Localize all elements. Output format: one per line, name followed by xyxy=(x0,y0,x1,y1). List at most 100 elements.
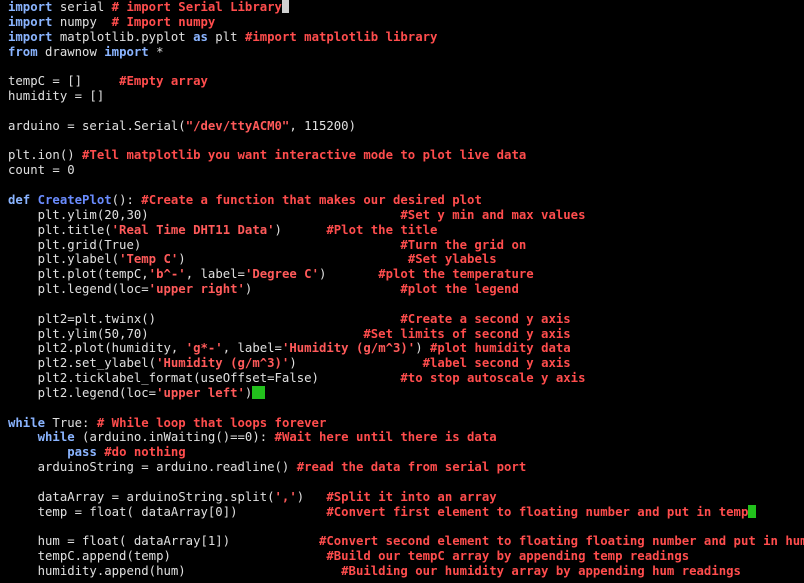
comment-token: #Split it into an array xyxy=(326,489,497,504)
keyword-token: while xyxy=(37,430,75,445)
comment-token: #Convert first element to floating numbe… xyxy=(326,504,749,519)
code-line[interactable]: plt.ylim(20,30) #Set y min and max value… xyxy=(8,208,804,223)
code-line[interactable]: while (arduino.inWaiting()==0): #Wait he… xyxy=(8,430,804,445)
code-line[interactable]: arduinoString = arduino.readline() #read… xyxy=(8,460,804,475)
code-line[interactable]: count = 0 xyxy=(8,163,804,178)
keyword-token: import xyxy=(8,29,53,44)
comment-token: #do nothing xyxy=(104,445,186,460)
code-line[interactable]: humidity.append(hum) #Building our humid… xyxy=(8,564,804,579)
keyword-token: import xyxy=(104,44,149,59)
string-token: 'Humidity (g/m^3)' xyxy=(156,356,290,371)
string-token: ',' xyxy=(274,489,297,504)
code-line[interactable]: tempC = [] #Empty array xyxy=(8,74,804,89)
code-line[interactable]: plt.ylabel('Temp C') #Set ylabels xyxy=(8,252,804,267)
code-token: plt.ylabel( xyxy=(8,252,120,267)
code-token: count = 0 xyxy=(8,163,75,178)
code-line[interactable]: humidity = [] xyxy=(8,89,804,104)
comment-token: #plot humidity data xyxy=(430,341,571,356)
code-token: ) xyxy=(244,385,253,400)
code-token: ) xyxy=(274,222,327,237)
comment-token: #Tell matplotlib you want interactive mo… xyxy=(82,148,527,163)
code-line[interactable] xyxy=(8,104,804,119)
code-line[interactable] xyxy=(8,520,804,535)
code-line[interactable]: plt.ion() #Tell matplotlib you want inte… xyxy=(8,148,804,163)
code-token: ) xyxy=(289,356,423,371)
code-token: , 115200) xyxy=(289,118,356,133)
code-token: plt2.legend(loc= xyxy=(8,385,157,400)
code-line[interactable] xyxy=(8,297,804,312)
string-token: 'g*-' xyxy=(185,341,223,356)
code-token: plt.ion() xyxy=(8,148,83,163)
code-line[interactable]: hum = float( dataArray[1]) #Convert seco… xyxy=(8,534,804,549)
code-line[interactable]: def CreatePlot(): #Create a function tha… xyxy=(8,193,804,208)
string-token: 'upper left' xyxy=(156,385,245,400)
code-token: drawnow xyxy=(37,44,105,59)
code-line[interactable]: plt.legend(loc='upper right') #plot the … xyxy=(8,282,804,297)
code-line[interactable]: tempC.append(temp) #Build our tempC arra… xyxy=(8,549,804,564)
code-line[interactable]: plt2=plt.twinx() #Create a second y axis xyxy=(8,312,804,327)
code-line[interactable]: plt2.plot(humidity, 'g*-', label='Humidi… xyxy=(8,341,804,356)
code-line[interactable]: dataArray = arduinoString.split(',') #Sp… xyxy=(8,490,804,505)
code-line[interactable]: arduino = serial.Serial("/dev/ttyACM0", … xyxy=(8,119,804,134)
comment-token: #plot the temperature xyxy=(378,267,534,282)
string-token: 'upper right' xyxy=(148,282,245,297)
code-line[interactable] xyxy=(8,401,804,416)
text-cursor xyxy=(281,0,289,13)
keyword-token: def xyxy=(8,192,31,207)
code-line[interactable]: plt2.legend(loc='upper left') xyxy=(8,385,804,401)
code-line[interactable]: import serial # import Serial Library xyxy=(8,0,804,15)
code-line[interactable] xyxy=(8,59,804,74)
code-token: plt.legend(loc= xyxy=(8,282,149,297)
code-line[interactable]: plt.grid(True) #Turn the grid on xyxy=(8,238,804,253)
code-token: * xyxy=(148,44,164,59)
code-token: humidity = [] xyxy=(8,89,105,104)
code-token: plt2.set_ylabel( xyxy=(8,356,157,371)
code-line[interactable]: from drawnow import * xyxy=(8,45,804,60)
code-line[interactable] xyxy=(8,178,804,193)
code-line[interactable]: import matplotlib.pyplot as plt #import … xyxy=(8,30,804,45)
code-token: (arduino.inWaiting()==0): xyxy=(74,430,275,445)
code-line[interactable]: pass #do nothing xyxy=(8,445,804,460)
code-token: matplotlib.pyplot xyxy=(52,29,194,44)
comment-token: #read the data from serial port xyxy=(296,460,527,475)
code-token: plt.title( xyxy=(8,222,112,237)
code-token: ) xyxy=(415,341,431,356)
code-line[interactable]: plt.plot(tempC,'b^-', label='Degree C') … xyxy=(8,267,804,282)
code-token: numpy xyxy=(52,14,112,29)
code-token: tempC = [] xyxy=(8,74,120,89)
string-token: 'b^-' xyxy=(148,267,186,282)
code-token: plt.plot(tempC, xyxy=(8,267,149,282)
comment-token: #plot the legend xyxy=(400,282,519,297)
code-line[interactable]: plt.ylim(50,70) #Set limits of second y … xyxy=(8,327,804,342)
string-token: 'Real Time DHT11 Data' xyxy=(111,222,275,237)
code-line[interactable] xyxy=(8,475,804,490)
code-token: True: xyxy=(45,415,97,430)
code-token: plt.ylim(20,30) xyxy=(8,207,401,222)
code-token: plt.ylim(50,70) xyxy=(8,326,364,341)
code-token: ) xyxy=(244,282,401,297)
string-token: 'Degree C' xyxy=(244,267,319,282)
code-line[interactable] xyxy=(8,134,804,149)
comment-token: #label second y axis xyxy=(422,356,571,371)
code-line[interactable]: import numpy # Import numpy xyxy=(8,15,804,30)
comment-token: #Set ylabels xyxy=(407,252,497,267)
code-token: plt2.ticklabel_format(useOffset=False) xyxy=(8,371,401,386)
code-line[interactable]: while True: # While loop that loops fore… xyxy=(8,416,804,431)
code-editor[interactable]: import serial # import Serial Library imp… xyxy=(8,0,804,583)
keyword-token: while xyxy=(8,415,46,430)
code-line[interactable]: plt.title('Real Time DHT11 Data') #Plot … xyxy=(8,223,804,238)
comment-token: #Convert second element to floating floa… xyxy=(318,534,804,549)
comment-token: #to stop autoscale y axis xyxy=(400,371,586,386)
code-token: tempC.append(temp) xyxy=(8,549,327,564)
code-line[interactable]: plt2.set_ylabel('Humidity (g/m^3)') #lab… xyxy=(8,356,804,371)
comment-token: #Empty array xyxy=(119,74,208,89)
code-line[interactable]: temp = float( dataArray[0]) #Convert fir… xyxy=(8,504,804,520)
code-token: serial xyxy=(52,0,112,14)
code-token: (): xyxy=(111,192,142,207)
code-token: plt.grid(True) xyxy=(8,237,401,252)
keyword-token: from xyxy=(8,44,38,59)
code-line[interactable]: plt2.ticklabel_format(useOffset=False) #… xyxy=(8,371,804,386)
